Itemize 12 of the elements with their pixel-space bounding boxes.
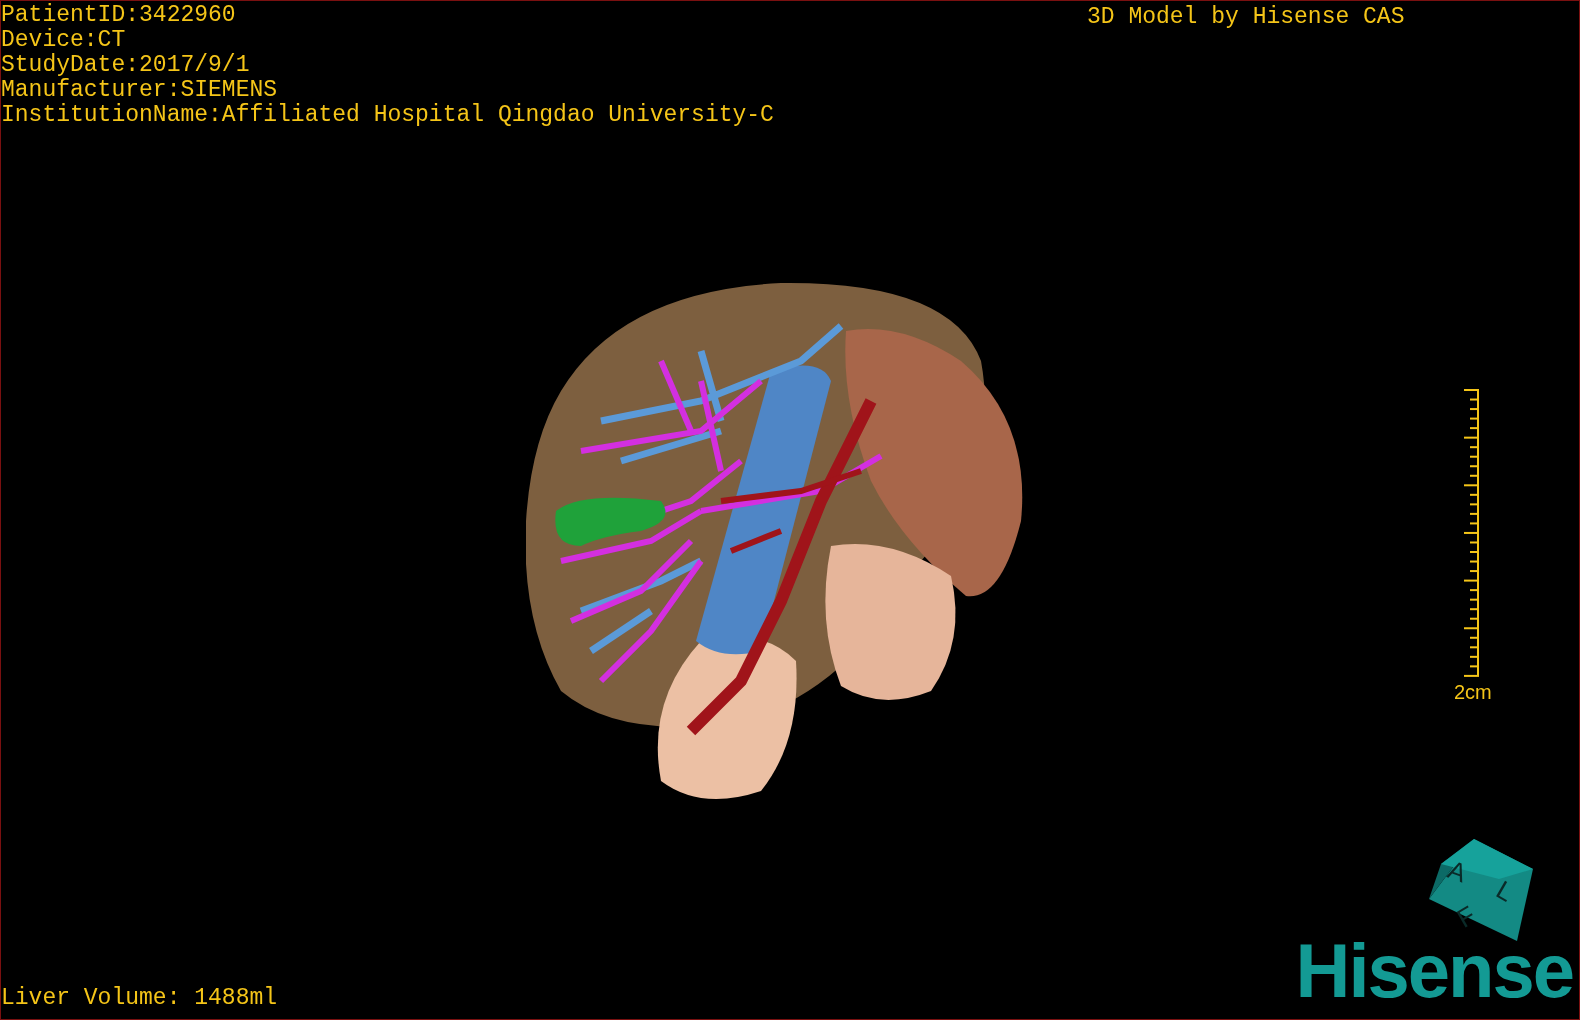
scale-label: 2cm	[1454, 681, 1492, 703]
cube-label: L	[1491, 874, 1519, 908]
patient-info-line: Manufacturer:SIEMENS	[1, 78, 279, 103]
patient-info-line: PatientID:3422960	[1, 3, 237, 28]
cube-label: A	[1443, 854, 1471, 889]
patient-info-line: Device:CT	[1, 28, 127, 53]
liver-volume: Liver Volume: 1488ml	[1, 986, 278, 1011]
model-caption: 3D Model by Hisense CAS	[1087, 5, 1405, 30]
cube-label: F	[1451, 899, 1481, 934]
logo-text: Hisense	[1295, 931, 1573, 1011]
patient-info-line: InstitutionName:Affiliated Hospital Qingdao University-C	[1, 103, 774, 128]
patient-info-line: StudyDate:2017/9/1	[1, 53, 251, 78]
